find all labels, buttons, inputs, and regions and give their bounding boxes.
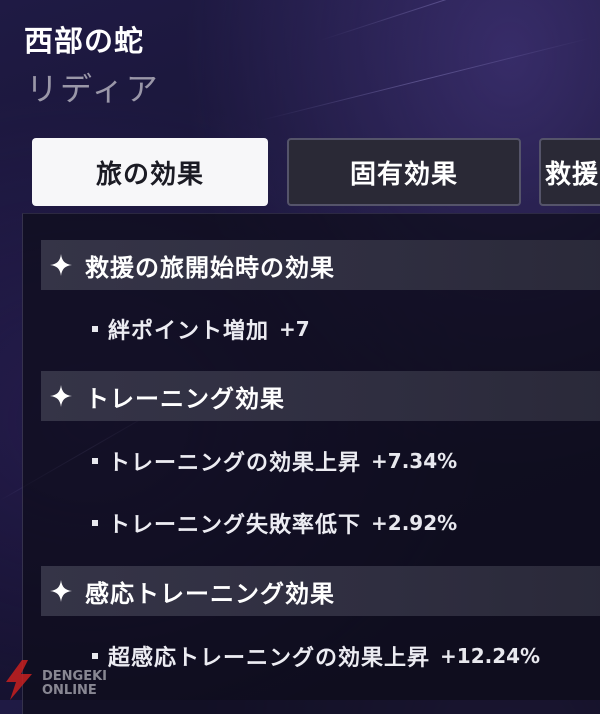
bullet-icon [92,520,98,526]
effect-value: +7 [279,317,310,341]
effect-label: 超感応トレーニングの効果上昇 [108,646,431,671]
effect-row-bond-points: 絆ポイント増加 +7 [92,313,310,345]
effect-row-training-boost: トレーニングの効果上昇 +7.34% [92,445,457,477]
section-header-training: トレーニング効果 [41,371,600,421]
sparkle-icon [50,385,72,407]
background-streak [319,0,587,41]
sparkle-icon [50,254,72,276]
watermark: DENGEKI ONLINE [2,656,122,700]
effect-value: +2.92% [371,511,458,535]
section-title: 感応トレーニング効果 [85,579,335,608]
sparkle-icon [50,580,72,602]
watermark-line-2: ONLINE [42,683,97,698]
tab-rescue[interactable]: 救援 [539,138,600,206]
section-header-rescue-start: 救援の旅開始時の効果 [41,240,600,290]
section-title: 救援の旅開始時の効果 [85,253,335,282]
section-header-resonance-training: 感応トレーニング効果 [41,566,600,616]
dengeki-logo-icon [6,660,32,700]
watermark-text: DENGEKI ONLINE [42,670,107,698]
section-title: トレーニング効果 [85,384,285,413]
effect-row-super-resonance: 超感応トレーニングの効果上昇 +12.24% [92,640,540,672]
background-streak [259,37,591,121]
effect-value: +7.34% [371,449,458,473]
tab-journey-effects[interactable]: 旅の効果 [32,138,268,206]
effect-label: トレーニング失敗率低下 [108,513,362,538]
bullet-icon [92,326,98,332]
effect-row-training-failure: トレーニング失敗率低下 +2.92% [92,507,457,539]
effect-label: 絆ポイント増加 [108,319,270,344]
character-subname: リディア [26,70,160,108]
tab-unique-effects[interactable]: 固有効果 [287,138,521,206]
character-name: 西部の蛇 [24,24,145,58]
bullet-icon [92,458,98,464]
effect-value: +12.24% [440,644,541,668]
effect-label: トレーニングの効果上昇 [108,451,362,476]
watermark-line-1: DENGEKI [42,669,108,684]
